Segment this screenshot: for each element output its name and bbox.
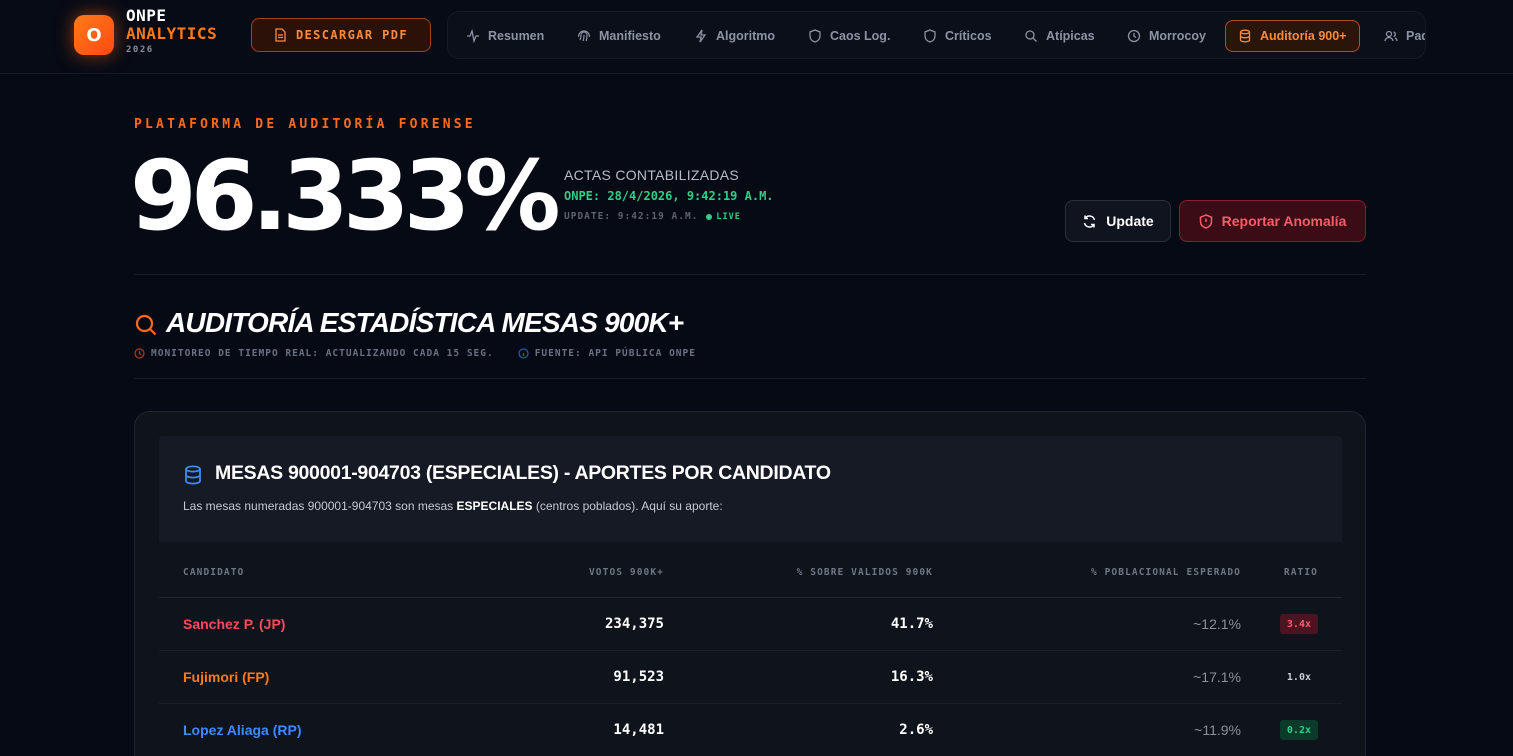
- report-anomaly-label: Reportar Anomalía: [1221, 213, 1347, 229]
- th-candidate[interactable]: CANDIDATO: [183, 567, 244, 578]
- pulse-icon: [467, 29, 479, 43]
- live-dot-icon: [706, 213, 713, 220]
- nav-label: Morrocoy: [1149, 29, 1206, 43]
- logo[interactable]: O: [74, 15, 114, 55]
- users-icon: [1384, 30, 1398, 42]
- nav-label: Auditoría 900+: [1260, 29, 1347, 43]
- nav-item-resumen[interactable]: Resumen: [454, 20, 556, 52]
- download-pdf-label: DESCARGAR PDF: [295, 28, 409, 42]
- nav-label: Caos Log.: [830, 29, 891, 43]
- nav-item-atipicas[interactable]: Atípicas: [1012, 20, 1107, 52]
- ratio-badge: 1.0x: [1286, 671, 1311, 683]
- file-icon: [275, 28, 286, 42]
- candidate-pct-valid: 16.3%: [890, 669, 933, 685]
- table-row[interactable]: Lopez Aliaga (RP) 14,481 2.6% ~11.9% 0.2…: [159, 704, 1342, 756]
- bolt-icon: [695, 29, 707, 43]
- search-icon: [1025, 30, 1037, 42]
- live-label: LIVE: [716, 211, 741, 222]
- shield-alert-icon: [1199, 213, 1212, 229]
- actas-percentage: 96.333%: [130, 140, 561, 252]
- section-title: AUDITORÍA ESTADÍSTICA MESAS 900K+: [166, 307, 684, 338]
- candidate-pct-expected: ~11.9%: [1194, 722, 1241, 738]
- th-votes[interactable]: VOTOS 900K+: [589, 567, 664, 578]
- platform-eyebrow: PLATAFORMA DE AUDITORÍA FORENSE: [134, 117, 476, 132]
- mesas-card: MESAS 900001-904703 (ESPECIALES) - APORT…: [134, 411, 1366, 756]
- table-header-row: CANDIDATO VOTOS 900K+ % SOBRE VALIDOS 90…: [159, 542, 1342, 598]
- brand-line-2: ANALYTICS: [126, 24, 218, 43]
- logo-letter: O: [86, 24, 102, 46]
- th-pct-expected[interactable]: % POBLACIONAL ESPERADO: [1091, 567, 1241, 578]
- card-title: MESAS 900001-904703 (ESPECIALES) - APORT…: [215, 462, 831, 484]
- onpe-timestamp: ONPE: 28/4/2026, 9:42:19 A.M.: [564, 189, 774, 203]
- table-row[interactable]: Sanchez P. (JP) 234,375 41.7% ~12.1% 3.4…: [159, 598, 1342, 651]
- nav-label: Resumen: [488, 29, 545, 43]
- nav-item-padron[interactable]: Pad: [1372, 20, 1425, 52]
- candidate-name: Sanchez P. (JP): [183, 616, 286, 632]
- candidate-pct-expected: ~17.1%: [1193, 669, 1241, 685]
- candidate-name: Lopez Aliaga (RP): [183, 722, 302, 738]
- nav-item-algoritmo[interactable]: Algoritmo: [682, 20, 787, 52]
- nav-label: Algoritmo: [716, 29, 776, 43]
- th-ratio[interactable]: RATIO: [1284, 567, 1318, 578]
- desc-pre: Las mesas numeradas 900001-904703 son me…: [183, 499, 457, 513]
- nav-item-morrocoy[interactable]: Morrocoy: [1115, 20, 1218, 52]
- refresh-icon: [1084, 214, 1096, 228]
- section-subtitle: MONITOREO DE TIEMPO REAL: ACTUALIZANDO C…: [134, 348, 696, 359]
- hero-divider: [134, 274, 1366, 275]
- brand-line-1: ONPE: [126, 6, 167, 25]
- update-timestamp-row: UPDATE: 9:42:19 A.M. LIVE: [564, 211, 741, 222]
- card-description: Las mesas numeradas 900001-904703 son me…: [183, 499, 723, 513]
- top-bar: O ONPE ANALYTICS 2026 DESCARGAR PDF Resu…: [0, 0, 1513, 74]
- shield-icon: [809, 29, 821, 43]
- update-button[interactable]: Update: [1065, 200, 1171, 242]
- brand: ONPE ANALYTICS 2026: [126, 8, 217, 55]
- download-pdf-button[interactable]: DESCARGAR PDF: [251, 18, 431, 52]
- live-badge: LIVE: [706, 212, 740, 222]
- report-anomaly-button[interactable]: Reportar Anomalía: [1179, 200, 1366, 242]
- fingerprint-icon: [577, 30, 591, 42]
- candidate-pct-valid: 41.7%: [890, 616, 933, 632]
- main-nav: Resumen Manifiesto Algoritmo Caos Log. C…: [447, 11, 1426, 59]
- clock-icon: [1127, 29, 1141, 43]
- actas-label: ACTAS CONTABILIZADAS: [564, 167, 740, 183]
- table-row[interactable]: Fujimori (FP) 91,523 16.3% ~17.1% 1.0x: [159, 651, 1342, 704]
- candidate-votes: 234,375: [604, 616, 664, 632]
- database-icon: [1239, 29, 1251, 43]
- nav-item-caos-log[interactable]: Caos Log.: [796, 20, 902, 52]
- nav-label: Críticos: [945, 29, 992, 43]
- brand-year: 2026: [126, 45, 154, 55]
- candidate-name: Fujimori (FP): [183, 669, 270, 685]
- nav-label: Atípicas: [1046, 29, 1095, 43]
- database-icon: [185, 465, 201, 485]
- candidate-votes: 91,523: [613, 669, 664, 685]
- section-divider: [134, 378, 1366, 379]
- ratio-badge: 0.2x: [1279, 720, 1318, 740]
- search-icon: [135, 314, 157, 336]
- desc-bold: ESPECIALES: [456, 499, 533, 513]
- candidate-pct-expected: ~12.1%: [1193, 616, 1241, 632]
- nav-label: Manifiesto: [599, 29, 661, 43]
- nav-label: Pad: [1406, 29, 1425, 43]
- nav-item-criticos[interactable]: Críticos: [911, 20, 1004, 52]
- info-icon: [518, 348, 529, 359]
- nav-item-manifiesto[interactable]: Manifiesto: [565, 20, 673, 52]
- monitor-text: MONITOREO DE TIEMPO REAL: ACTUALIZANDO C…: [151, 348, 494, 359]
- update-button-label: Update: [1106, 213, 1154, 229]
- card-header: MESAS 900001-904703 (ESPECIALES) - APORT…: [159, 436, 1342, 542]
- candidate-pct-valid: 2.6%: [899, 722, 933, 738]
- shield-icon: [924, 29, 936, 43]
- candidate-votes: 14,481: [613, 722, 664, 738]
- th-pct-valid[interactable]: % SOBRE VALIDOS 900K: [797, 567, 933, 578]
- clock-icon: [134, 348, 145, 359]
- update-timestamp: UPDATE: 9:42:19 A.M.: [564, 211, 699, 222]
- desc-post: (centros poblados). Aquí su aporte:: [532, 499, 723, 513]
- nav-item-auditoria-900[interactable]: Auditoría 900+: [1225, 20, 1360, 52]
- source-text: FUENTE: API PÚBLICA ONPE: [534, 348, 696, 359]
- ratio-badge: 3.4x: [1279, 614, 1318, 634]
